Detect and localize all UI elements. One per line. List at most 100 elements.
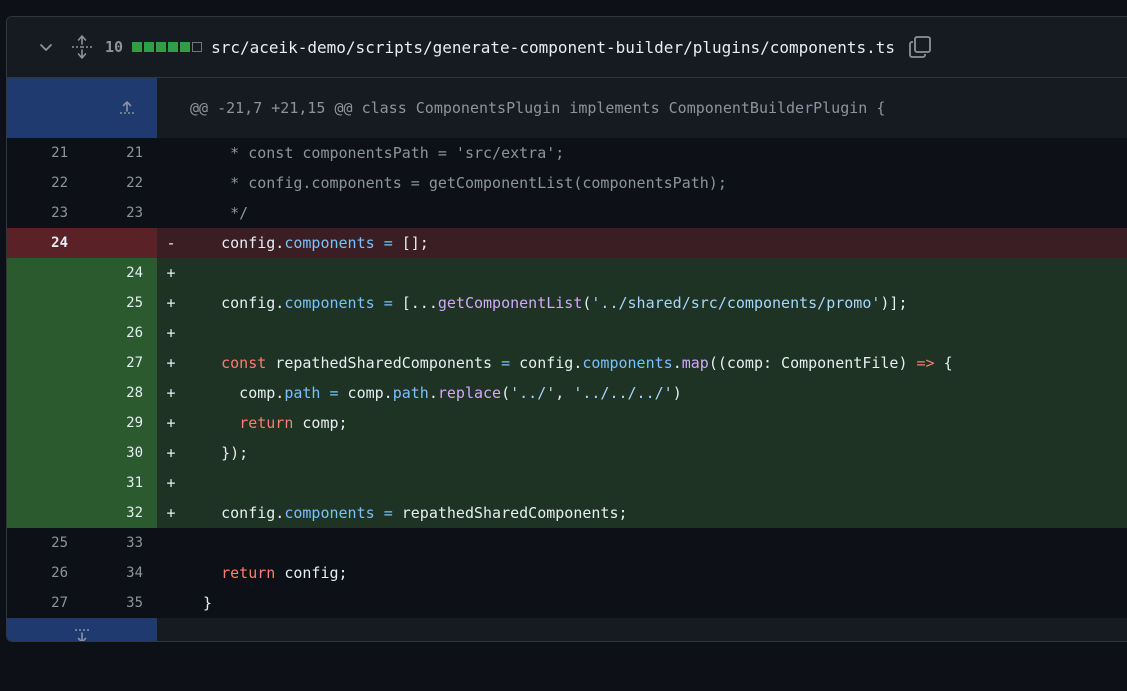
- code-token: =>: [916, 354, 935, 372]
- copy-icon[interactable]: [907, 34, 933, 60]
- old-line-number[interactable]: [7, 258, 82, 288]
- code-token: .: [672, 354, 682, 372]
- file-header: 10 src/aceik-demo/scripts/generate-compo…: [7, 17, 1127, 78]
- code-token: repathedSharedComponents: [266, 354, 502, 372]
- diffstat-add-square: [156, 42, 167, 52]
- code-token: });: [185, 444, 249, 462]
- code-content: config.components = [];: [185, 228, 1127, 258]
- expand-all-icon[interactable]: [69, 34, 95, 60]
- new-line-number[interactable]: 26: [82, 318, 157, 348]
- diff-marker: [157, 588, 185, 618]
- diff-marker: +: [157, 438, 185, 468]
- code-token: comp;: [293, 414, 348, 432]
- new-line-number[interactable]: 21: [82, 138, 157, 168]
- file-path[interactable]: src/aceik-demo/scripts/generate-componen…: [211, 38, 895, 57]
- new-line-number[interactable]: 22: [82, 168, 157, 198]
- code-token: * config.components = getComponentList(c…: [185, 174, 727, 192]
- new-line-number[interactable]: 32: [82, 498, 157, 528]
- new-line-number[interactable]: 25: [82, 288, 157, 318]
- added-line: 29 + return comp;: [7, 408, 1127, 438]
- old-line-number[interactable]: 25: [7, 528, 82, 558]
- diffstat-add-square: [180, 42, 191, 52]
- old-line-number[interactable]: 23: [7, 198, 82, 228]
- new-line-number[interactable]: 23: [82, 198, 157, 228]
- diff-file-container: 10 src/aceik-demo/scripts/generate-compo…: [6, 16, 1127, 642]
- old-line-number[interactable]: [7, 288, 82, 318]
- code-token: '../': [510, 384, 556, 402]
- code-token: {: [934, 354, 953, 372]
- code-token: getComponentList: [437, 294, 583, 312]
- diffstat-add-square: [132, 42, 143, 52]
- code-token: components: [284, 234, 375, 252]
- expand-down-filler: [157, 618, 1127, 641]
- code-token: path: [392, 384, 429, 402]
- new-line-number[interactable]: 35: [82, 588, 157, 618]
- diff-table: @@ -21,7 +21,15 @@ class ComponentsPlugi…: [7, 78, 1127, 641]
- new-line-number[interactable]: 30: [82, 438, 157, 468]
- old-line-number[interactable]: 26: [7, 558, 82, 588]
- new-line-number[interactable]: 33: [82, 528, 157, 558]
- new-line-number[interactable]: 27: [82, 348, 157, 378]
- code-content: config.components = repathedSharedCompon…: [185, 498, 1127, 528]
- new-line-number[interactable]: 28: [82, 378, 157, 408]
- code-content: */: [185, 198, 1127, 228]
- chevron-down-icon[interactable]: [33, 34, 59, 60]
- expand-up-button[interactable]: [7, 78, 157, 138]
- old-line-number[interactable]: [7, 468, 82, 498]
- code-token: components: [582, 354, 673, 372]
- code-token: =: [501, 354, 511, 372]
- code-content: config.components = [...getComponentList…: [185, 288, 1127, 318]
- code-token: components: [284, 504, 375, 522]
- code-token: const: [221, 354, 267, 372]
- code-content: [185, 528, 1127, 558]
- code-token: .: [428, 384, 438, 402]
- expand-down-icon: [75, 628, 89, 641]
- new-line-number[interactable]: 31: [82, 468, 157, 498]
- old-line-number[interactable]: 21: [7, 138, 82, 168]
- code-token: =: [383, 234, 393, 252]
- expand-down-button[interactable]: [7, 618, 157, 641]
- code-token: '../../../': [573, 384, 673, 402]
- added-line: 27 + const repathedSharedComponents = con…: [7, 348, 1127, 378]
- old-line-number[interactable]: [7, 498, 82, 528]
- code-token: return: [221, 564, 276, 582]
- code-token: path: [284, 384, 321, 402]
- hunk-header: @@ -21,7 +21,15 @@ class ComponentsPlugi…: [157, 78, 1127, 138]
- context-line: 23 23 */: [7, 198, 1127, 228]
- change-count: 10: [105, 38, 124, 56]
- added-line: 31 +: [7, 468, 1127, 498]
- old-line-number[interactable]: [7, 348, 82, 378]
- old-line-number[interactable]: 27: [7, 588, 82, 618]
- code-content: });: [185, 438, 1127, 468]
- diff-marker: [157, 558, 185, 588]
- code-token: config.: [185, 504, 285, 522]
- added-line: 24 +: [7, 258, 1127, 288]
- code-token: config.: [185, 294, 285, 312]
- new-line-number[interactable]: 29: [82, 408, 157, 438]
- new-line-number[interactable]: 24: [82, 258, 157, 288]
- old-line-number[interactable]: [7, 408, 82, 438]
- code-token: =: [383, 504, 393, 522]
- diff-marker: [157, 528, 185, 558]
- old-line-number[interactable]: [7, 438, 82, 468]
- added-line: 30 + });: [7, 438, 1127, 468]
- code-token: repathedSharedComponents;: [392, 504, 628, 522]
- code-token: [];: [392, 234, 429, 252]
- diff-marker: -: [157, 228, 185, 258]
- code-content: * const componentsPath = 'src/extra';: [185, 138, 1127, 168]
- new-line-number[interactable]: 34: [82, 558, 157, 588]
- diff-marker: +: [157, 258, 185, 288]
- code-token: * const componentsPath = 'src/extra';: [185, 144, 565, 162]
- new-line-number[interactable]: [82, 228, 157, 258]
- old-line-number[interactable]: 22: [7, 168, 82, 198]
- diff-marker: +: [157, 318, 185, 348]
- diff-marker: [157, 168, 185, 198]
- code-token: }: [185, 594, 213, 612]
- code-token: config;: [275, 564, 348, 582]
- old-line-number[interactable]: [7, 378, 82, 408]
- old-line-number[interactable]: [7, 318, 82, 348]
- old-line-number[interactable]: 24: [7, 228, 82, 258]
